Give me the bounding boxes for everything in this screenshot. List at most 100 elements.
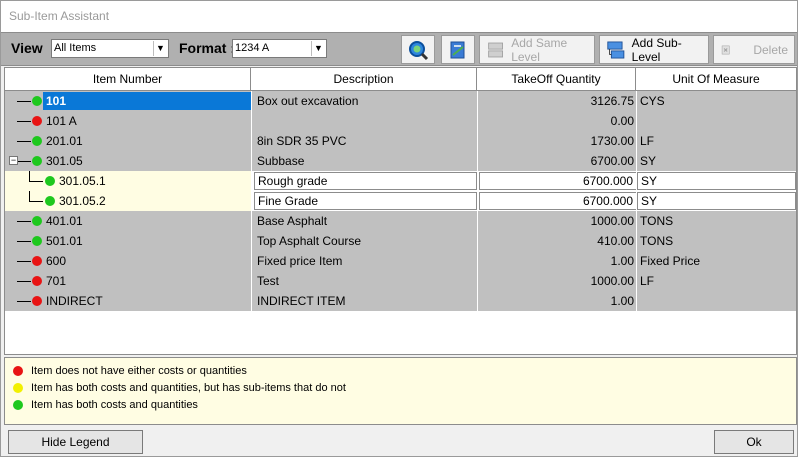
description-field[interactable]: Rough grade [254, 172, 477, 190]
status-dot [32, 216, 42, 226]
item-number: 401.01 [46, 214, 83, 228]
uom-field[interactable]: SY [637, 172, 796, 190]
sub-item-assistant-window: Sub-Item Assistant View All Items ▼ Form… [0, 0, 798, 457]
status-dot [32, 256, 42, 266]
tree-branch [17, 141, 31, 142]
table-row[interactable]: 701 Test 1000.00 LF [5, 271, 796, 291]
table-row[interactable]: 600 Fixed price Item 1.00 Fixed Price [5, 251, 796, 271]
uom-cell: LF [640, 134, 655, 148]
item-number: 301.05 [46, 154, 83, 168]
tree-branch [17, 281, 31, 282]
column-header-item-number[interactable]: Item Number [5, 68, 251, 90]
chevron-down-icon[interactable]: ▼ [311, 41, 325, 56]
table-row[interactable]: − 301.05 Subbase 6700.00 SY [5, 151, 796, 171]
search-button[interactable] [401, 35, 435, 64]
item-number: 201.01 [46, 134, 83, 148]
description-cell: Box out excavation [257, 94, 359, 108]
table-row[interactable]: 101 A 0.00 [5, 111, 796, 131]
description-field[interactable]: Fine Grade [254, 192, 477, 210]
description-cell [254, 111, 477, 131]
quantity-cell: 1.00 [610, 294, 634, 308]
quantity-cell: 1000.00 [590, 274, 634, 288]
quantity-cell: 410.00 [597, 234, 634, 248]
toolbar: View All Items ▼ Format : 1234 A ▼ Add S… [1, 32, 797, 66]
item-cell: 401.01 [5, 211, 251, 231]
item-number: INDIRECT [46, 294, 103, 308]
description-cell: Fixed price Item [257, 254, 343, 268]
grid-header: Item Number Description TakeOff Quantity… [5, 68, 796, 91]
status-dot [32, 116, 42, 126]
column-header-unit-of-measure[interactable]: Unit Of Measure [636, 68, 796, 90]
legend-text: Item has both costs and quantities, but … [31, 382, 346, 394]
delete-button[interactable]: Delete [713, 35, 795, 64]
item-number: 600 [46, 254, 67, 268]
uom-cell: SY [640, 154, 657, 168]
item-cell: 501.01 [5, 231, 251, 251]
tree-branch [17, 221, 31, 222]
column-header-takeoff-quantity[interactable]: TakeOff Quantity [477, 68, 636, 90]
tree-branch [29, 171, 30, 181]
column-divider [477, 91, 478, 311]
description-cell: Base Asphalt [257, 214, 328, 228]
item-number: 501.01 [46, 234, 83, 248]
refresh-button[interactable] [441, 35, 475, 64]
chevron-down-icon[interactable]: ▼ [153, 41, 167, 56]
table-row[interactable]: 501.01 Top Asphalt Course 410.00 TONS [5, 231, 796, 251]
quantity-cell: 1730.00 [590, 134, 634, 148]
items-grid: Item Number Description TakeOff Quantity… [4, 67, 797, 355]
tree-branch [17, 301, 31, 302]
quantity-field[interactable]: 6700.000 [479, 192, 637, 210]
tree-branch [17, 121, 31, 122]
status-dot [32, 136, 42, 146]
item-cell: 101 [5, 91, 251, 111]
column-header-description[interactable]: Description [251, 68, 477, 90]
uom-cell: TONS [640, 214, 674, 228]
collapse-icon[interactable]: − [9, 156, 18, 165]
item-cell: 101 A [5, 111, 251, 131]
view-label: View [11, 40, 43, 56]
table-row[interactable]: 301.05.1 Rough grade 6700.000 SY [5, 171, 796, 191]
item-number: 101 A [46, 114, 77, 128]
uom-field[interactable]: SY [637, 192, 796, 210]
format-select[interactable]: 1234 A ▼ [232, 39, 327, 58]
description-cell: 8in SDR 35 PVC [257, 134, 347, 148]
quantity-cell: 1000.00 [590, 214, 634, 228]
table-row[interactable]: 101 Box out excavation 3126.75 CYS [5, 91, 796, 111]
search-icon [409, 40, 429, 60]
item-cell: 701 [5, 271, 251, 291]
description-cell: Top Asphalt Course [257, 234, 362, 248]
delete-icon [721, 45, 730, 54]
status-dot [45, 176, 55, 186]
tree-branch [29, 181, 43, 182]
table-row[interactable]: 201.01 8in SDR 35 PVC 1730.00 LF [5, 131, 796, 151]
quantity-field[interactable]: 6700.000 [479, 172, 637, 190]
quantity-cell: 3126.75 [590, 94, 634, 108]
uom-cell: LF [640, 274, 655, 288]
uom-cell: TONS [640, 234, 674, 248]
quantity-cell: 1.00 [610, 254, 634, 268]
table-row[interactable]: 301.05.2 Fine Grade 6700.000 SY [5, 191, 796, 211]
table-row[interactable]: INDIRECT INDIRECT ITEM 1.00 [5, 291, 796, 311]
add-same-level-button[interactable]: Add Same Level [479, 35, 595, 64]
delete-label: Delete [753, 42, 788, 57]
add-sub-level-button[interactable]: Add Sub-Level [599, 35, 709, 64]
item-number: 701 [46, 274, 67, 288]
hide-legend-button[interactable]: Hide Legend [8, 430, 143, 454]
ok-button[interactable]: Ok [714, 430, 794, 454]
quantity-cell: 6700.00 [590, 154, 634, 168]
table-row[interactable]: 401.01 Base Asphalt 1000.00 TONS [5, 211, 796, 231]
view-select-value: All Items [54, 42, 97, 54]
legend-text: Item has both costs and quantities [31, 399, 198, 411]
add-sub-level-icon [607, 41, 625, 58]
green-status-icon [13, 400, 23, 410]
tree-branch [29, 201, 43, 202]
yellow-status-icon [13, 383, 23, 393]
status-dot [32, 296, 42, 306]
item-number: 101 [43, 92, 251, 110]
status-dot [32, 236, 42, 246]
view-select[interactable]: All Items ▼ [51, 39, 169, 58]
uom-cell: CYS [640, 94, 665, 108]
uom-cell: Fixed Price [640, 254, 701, 268]
tree-branch [17, 161, 31, 162]
tree-branch [17, 261, 31, 262]
